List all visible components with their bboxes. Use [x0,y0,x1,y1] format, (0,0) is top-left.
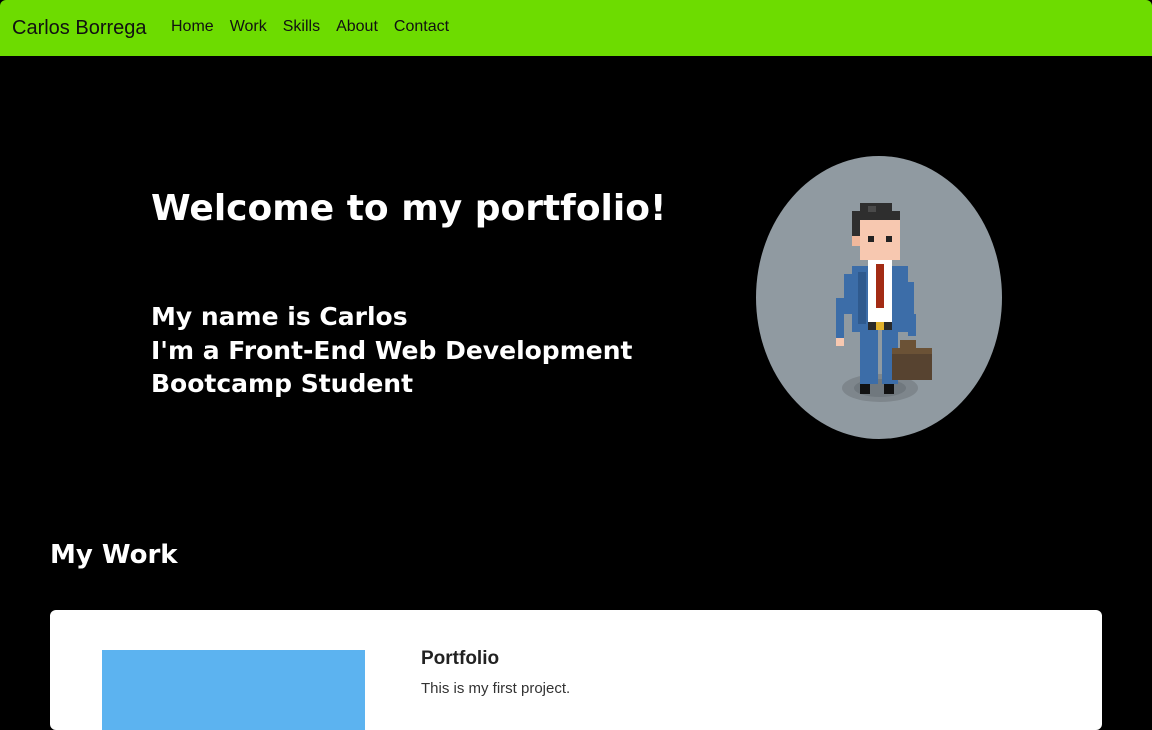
project-card: Portfolio This is my first project. [50,610,1102,730]
avatar [756,156,1002,439]
hero-subtitle: My name is Carlos I'm a Front-End Web De… [151,300,632,401]
nav-link-about[interactable]: About [336,17,378,37]
hero-title: Welcome to my portfolio! [151,188,667,229]
nav-link-skills[interactable]: Skills [283,17,320,37]
nav-links: Home Work Skills About Contact [171,17,465,37]
navbar: Carlos Borrega Home Work Skills About Co… [0,0,1152,56]
project-title: Portfolio [421,648,500,669]
pixel-businessman-avatar-icon [836,203,932,402]
project-image[interactable] [102,650,365,730]
hero-line-name: My name is Carlos [151,302,408,331]
nav-link-contact[interactable]: Contact [394,17,449,37]
hero-line-student: Bootcamp Student [151,369,414,398]
navbar-brand[interactable]: Carlos Borrega [12,16,147,40]
work-section-title: My Work [50,540,178,570]
hero-line-role: I'm a Front-End Web Development [151,335,633,365]
nav-link-home[interactable]: Home [171,17,214,37]
nav-link-work[interactable]: Work [230,17,267,37]
project-description: This is my first project. [421,680,571,697]
